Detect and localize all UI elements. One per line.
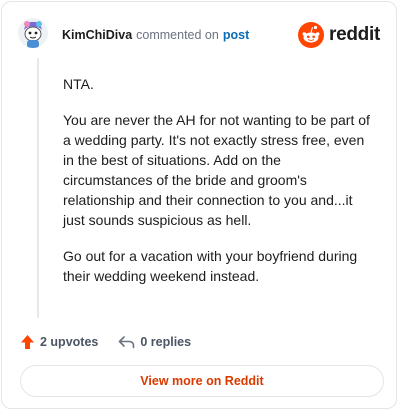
comment-paragraph: Go out for a vacation with your boyfrien… — [63, 248, 358, 284]
username-link[interactable]: KimChiDiva — [62, 28, 132, 42]
reddit-brand-link[interactable]: reddit — [298, 21, 380, 49]
comment-body: NTA. You are never the AH for not wantin… — [63, 74, 373, 302]
user-avatar[interactable] — [18, 18, 48, 48]
comment-card: KimChiDiva commented on post reddit NTA. Y… — [1, 1, 397, 409]
upvote-button[interactable]: 2 upvotes — [20, 334, 98, 350]
snoo-avatar-icon — [18, 18, 48, 48]
commented-on-text: commented on — [136, 28, 219, 42]
comment-meta: KimChiDiva commented on post — [62, 27, 249, 43]
upvote-arrow-icon — [21, 335, 34, 349]
comment-actions: 2 upvotes 0 replies — [20, 332, 211, 352]
reply-button[interactable]: 0 replies — [118, 335, 191, 349]
thread-line — [37, 58, 39, 318]
comment-paragraph: You are never the AH for not wanting to … — [63, 112, 370, 228]
reply-count: 0 replies — [140, 335, 192, 349]
upvote-count: 2 upvotes — [40, 335, 99, 349]
reddit-logo-icon — [298, 22, 325, 48]
view-more-button[interactable]: View more on Reddit — [20, 365, 384, 397]
reply-arrow-icon — [119, 336, 135, 349]
reddit-wordmark: reddit — [329, 24, 380, 45]
comment-header: KimChiDiva commented on post reddit — [18, 18, 380, 52]
comment-paragraph: NTA. — [63, 76, 94, 92]
post-link[interactable]: post — [223, 28, 249, 42]
